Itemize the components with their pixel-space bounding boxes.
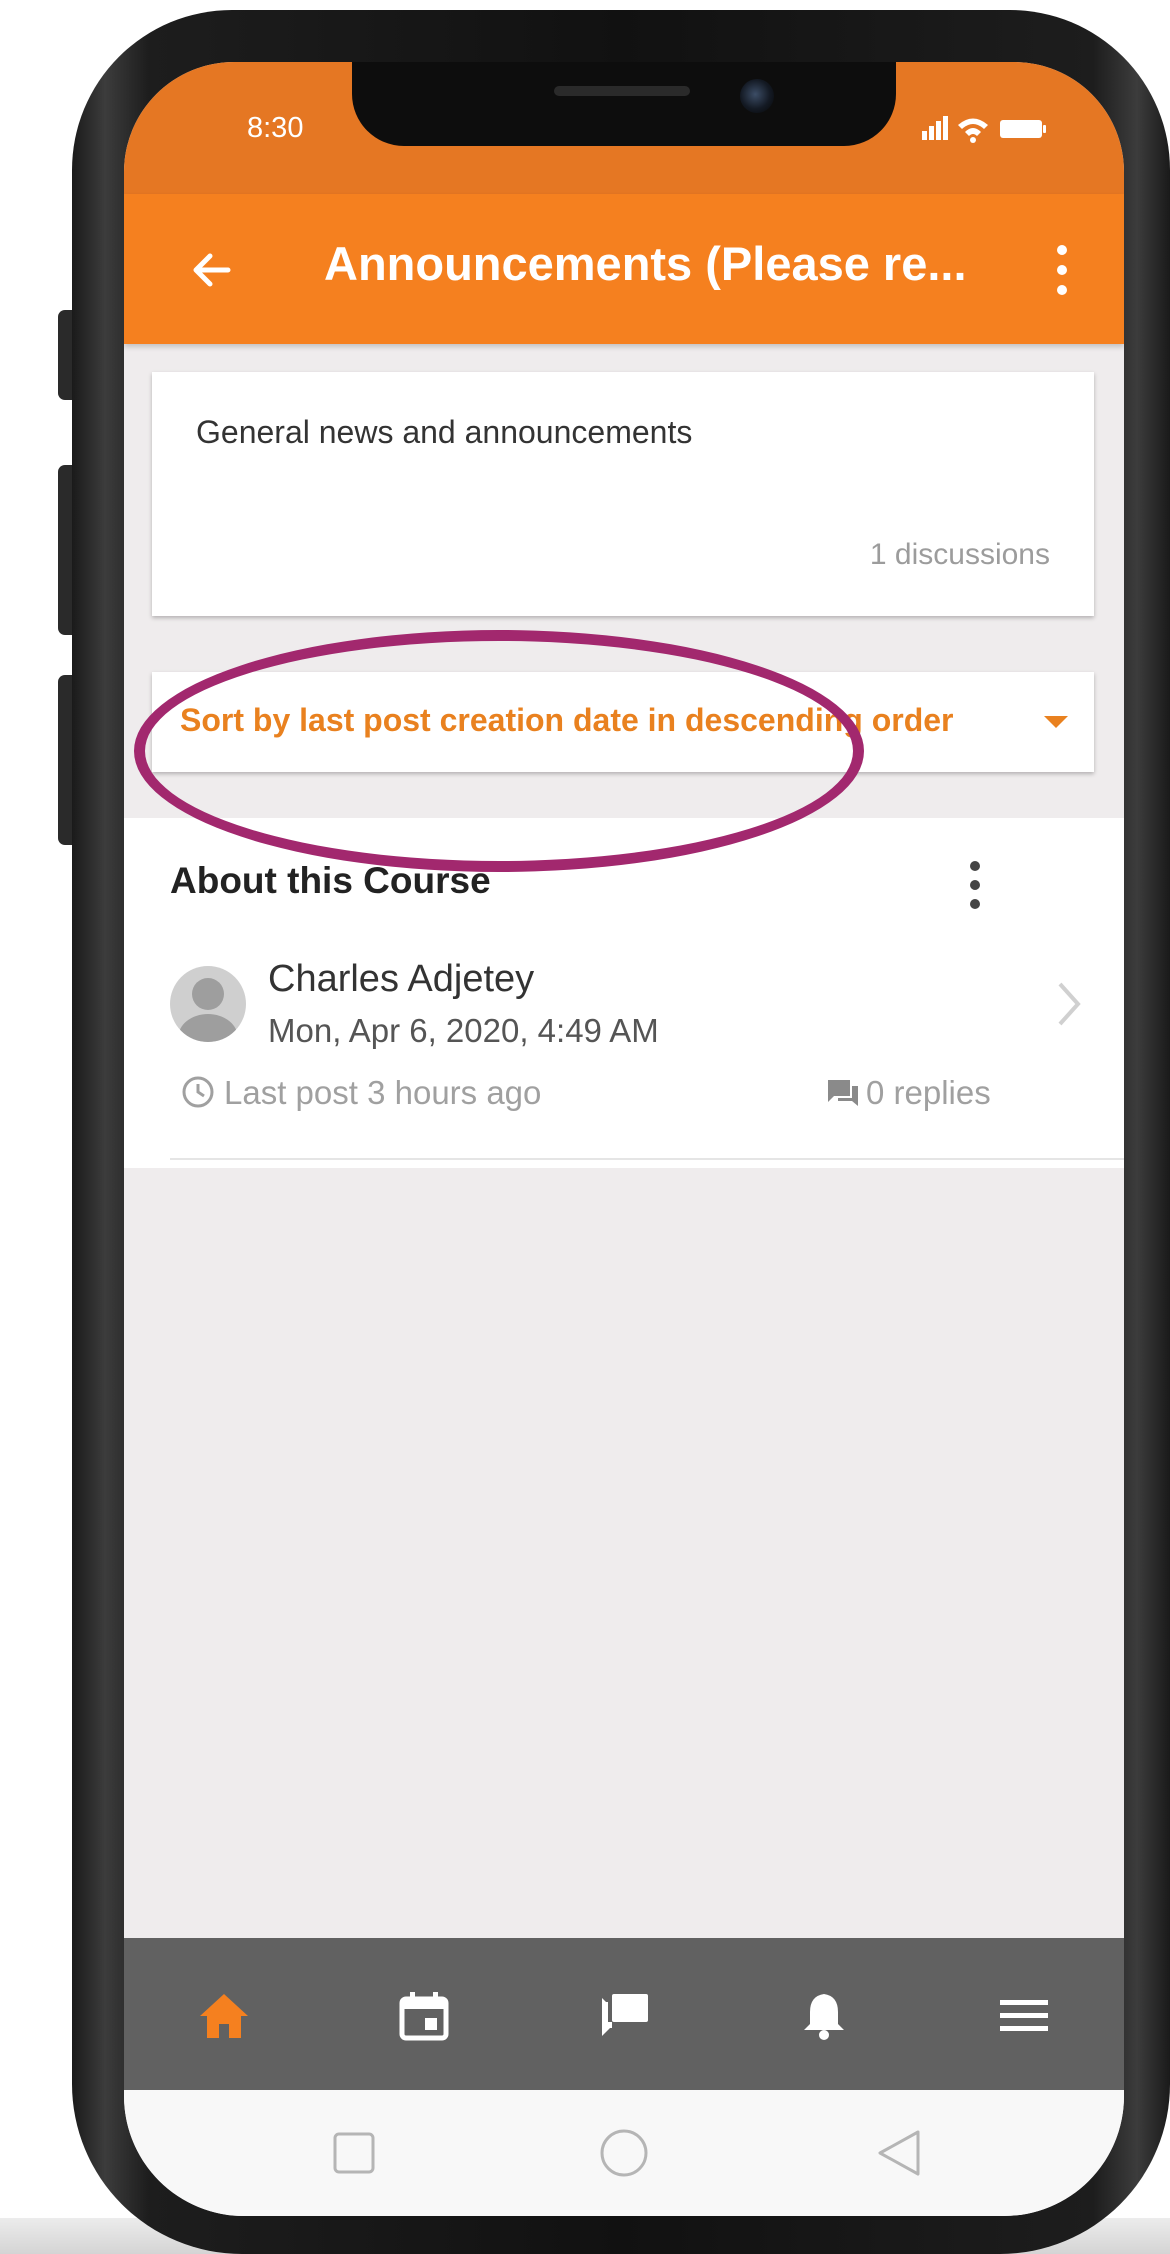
nav-menu-button[interactable] [996, 1988, 1052, 2044]
nav-notifications-button[interactable] [796, 1988, 852, 2044]
status-icons [914, 112, 1054, 146]
reply-count: 0 replies [866, 1074, 991, 1111]
highlight-ellipse [134, 630, 864, 872]
back-button[interactable] [186, 244, 238, 296]
status-time: 8:30 [247, 112, 304, 144]
dropdown-caret-icon [1044, 716, 1068, 728]
bell-icon [804, 1994, 844, 2040]
forum-description: General news and announcements [196, 414, 693, 450]
discussion-count: 1 discussions [869, 538, 1050, 571]
system-navigation-bar [124, 2090, 1124, 2216]
battery-icon [1000, 120, 1046, 138]
menu-icon [1000, 2000, 1048, 2031]
replies-icon [826, 1076, 860, 1110]
clock-icon [180, 1074, 216, 1110]
nav-home-button[interactable] [196, 1988, 252, 2044]
system-back-button[interactable] [874, 2128, 924, 2178]
discussion-item[interactable]: About this Course Charles Adjetey Mon, A… [124, 818, 1124, 1168]
home-icon [200, 1994, 248, 2038]
divider [170, 1158, 1124, 1160]
calendar-icon [399, 1992, 449, 2041]
signal-icon [922, 116, 948, 140]
square-icon [333, 2132, 375, 2174]
arrow-back-icon [193, 253, 231, 287]
discussion-date: Mon, Apr 6, 2020, 4:49 AM [268, 1012, 659, 1049]
phone-notch [352, 62, 896, 146]
discussion-author: Charles Adjetey [268, 958, 535, 1000]
recent-apps-button[interactable] [329, 2128, 379, 2178]
more-options-button[interactable] [1050, 242, 1074, 298]
bottom-navigation [124, 1938, 1124, 2090]
more-vertical-icon [1057, 245, 1067, 295]
wifi-icon [958, 118, 988, 143]
triangle-back-icon [878, 2130, 920, 2176]
app-bar: Announcements (Please re... [124, 194, 1124, 344]
nav-messages-button[interactable] [596, 1988, 652, 2044]
avatar [170, 966, 246, 1042]
forum-description-card: General news and announcements 1 discuss… [152, 372, 1094, 616]
user-avatar-icon [178, 978, 238, 1042]
phone-screen: 8:30 Announcements (Please re... General… [124, 62, 1124, 2216]
nav-calendar-button[interactable] [396, 1988, 452, 2044]
messages-icon [602, 1994, 648, 2036]
front-camera [740, 79, 774, 113]
speaker-grille [554, 86, 690, 96]
more-vertical-icon [970, 861, 980, 909]
discussion-more-button[interactable] [964, 858, 986, 912]
chevron-right-icon [1054, 976, 1084, 1032]
system-home-button[interactable] [599, 2128, 649, 2178]
last-post-time: Last post 3 hours ago [224, 1074, 542, 1111]
page-title: Announcements (Please re... [324, 237, 967, 290]
circle-icon [600, 2129, 648, 2177]
